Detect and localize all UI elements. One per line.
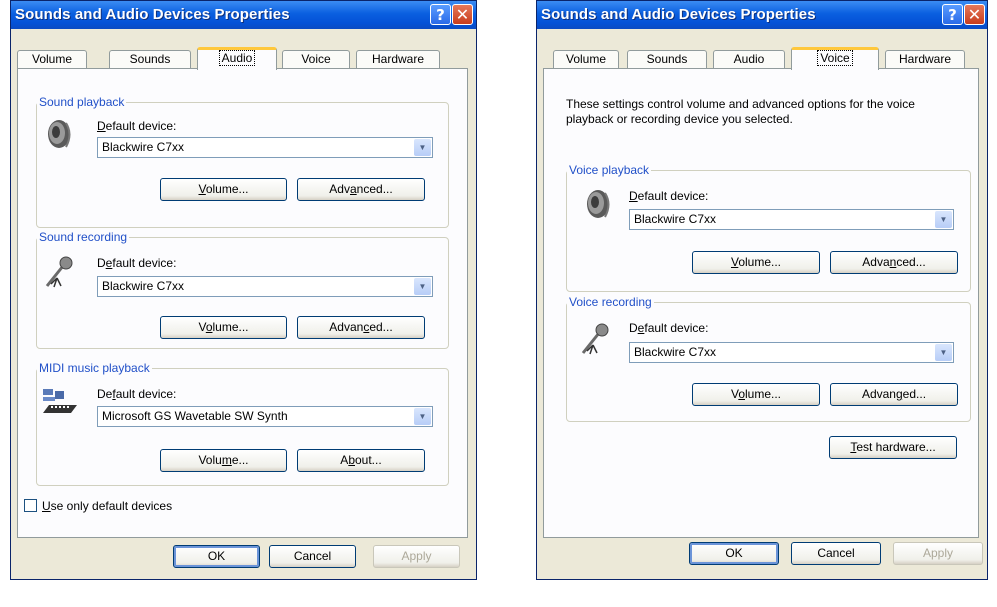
- use-default-devices-checkbox[interactable]: [24, 499, 37, 512]
- window-title: Sounds and Audio Devices Properties: [541, 6, 816, 23]
- title-bar[interactable]: Sounds and Audio Devices Properties ? ✕: [11, 1, 476, 29]
- voice-description-line-2: playback or recording device you selecte…: [566, 112, 793, 126]
- speaker-icon: [587, 190, 610, 218]
- tab-voice-label: Voice: [817, 50, 853, 66]
- ok-button[interactable]: OK: [689, 542, 779, 565]
- tab-voice-label: Voice: [301, 52, 331, 66]
- tab-sounds[interactable]: Sounds: [109, 50, 191, 69]
- default-device-label: Default device:: [629, 321, 709, 335]
- tab-volume-label: Volume: [31, 52, 73, 66]
- dropdown-arrow-icon[interactable]: ▼: [935, 211, 952, 228]
- dropdown-arrow-icon[interactable]: ▼: [414, 408, 431, 425]
- voice-playback-label: Voice playback: [567, 163, 652, 177]
- ok-button[interactable]: OK: [173, 545, 260, 568]
- tab-hardware-label: Hardware: [898, 52, 952, 66]
- voice-recording-device-select[interactable]: Blackwire C7xx ▼: [629, 342, 954, 363]
- voice-recording-label: Voice recording: [567, 295, 654, 309]
- voice-playback-advanced-button[interactable]: Advanced...: [830, 251, 958, 274]
- tab-hardware-label: Hardware: [371, 52, 425, 66]
- audio-tab-panel: Sound playback Default device: Blackwire…: [17, 68, 468, 538]
- tab-strip: Volume Sounds Audio Voice Hardware: [543, 47, 981, 70]
- tab-audio-label: Audio: [733, 52, 765, 66]
- tab-voice[interactable]: Voice: [282, 50, 350, 69]
- midi-playback-label: MIDI music playback: [37, 361, 152, 375]
- selected-device: Microsoft GS Wavetable SW Synth: [102, 409, 288, 423]
- audio-properties-dialog: Sounds and Audio Devices Properties ? ✕ …: [10, 0, 477, 580]
- tab-volume[interactable]: Volume: [17, 50, 87, 69]
- sound-recording-group: Sound recording Default device: Blackwir…: [36, 230, 449, 349]
- tab-audio[interactable]: Audio: [197, 47, 277, 70]
- window-title: Sounds and Audio Devices Properties: [15, 6, 290, 23]
- midi-volume-button[interactable]: Volume...: [160, 449, 287, 472]
- selected-device: Blackwire C7xx: [102, 279, 185, 293]
- default-device-label: Default device:: [629, 189, 709, 203]
- sound-recording-volume-button[interactable]: Volume...: [160, 316, 287, 339]
- tab-sounds[interactable]: Sounds: [627, 50, 707, 69]
- selected-device: Blackwire C7xx: [634, 212, 717, 226]
- sound-playback-volume-button[interactable]: Volume...: [160, 178, 287, 201]
- speaker-icon: [48, 120, 71, 148]
- voice-recording-advanced-button[interactable]: Advanged...: [830, 383, 958, 406]
- default-device-label: Default device:: [97, 387, 177, 401]
- default-device-label: Default device:: [97, 119, 177, 133]
- title-bar[interactable]: Sounds and Audio Devices Properties ? ✕: [537, 1, 987, 29]
- voice-playback-volume-button[interactable]: Volume...: [692, 251, 820, 274]
- tab-strip: Volume Sounds Audio Voice Hardware: [17, 47, 470, 70]
- tab-hardware[interactable]: Hardware: [356, 50, 440, 69]
- tab-hardware[interactable]: Hardware: [885, 50, 965, 69]
- voice-recording-volume-button[interactable]: Volume...: [692, 383, 820, 406]
- tab-audio-label: Audio: [218, 50, 256, 66]
- midi-keyboard-icon: [43, 389, 77, 413]
- voice-description-line-1: These settings control volume and advanc…: [566, 97, 915, 111]
- sound-playback-group: Sound playback Default device: Blackwire…: [36, 95, 449, 228]
- microphone-icon: [581, 323, 609, 355]
- apply-button: Apply: [373, 545, 460, 568]
- test-hardware-button[interactable]: Test hardware...: [829, 436, 957, 459]
- tab-volume-label: Volume: [565, 52, 607, 66]
- sound-recording-label: Sound recording: [37, 230, 130, 244]
- dropdown-arrow-icon[interactable]: ▼: [414, 139, 431, 156]
- default-device-label: Default device:: [97, 256, 177, 270]
- sound-recording-device-select[interactable]: Blackwire C7xx ▼: [97, 276, 433, 297]
- sound-playback-label: Sound playback: [37, 95, 127, 109]
- sound-playback-device-select[interactable]: Blackwire C7xx ▼: [97, 137, 433, 158]
- midi-about-button[interactable]: About...: [297, 449, 425, 472]
- tab-voice[interactable]: Voice: [791, 47, 879, 70]
- tab-sounds-label: Sounds: [129, 52, 171, 66]
- voice-recording-group: Voice recording Default device: Blackwir…: [566, 295, 971, 422]
- midi-playback-group: MIDI music playback Default device: Micr…: [36, 361, 449, 486]
- tab-audio[interactable]: Audio: [713, 50, 785, 69]
- selected-device: Blackwire C7xx: [634, 345, 717, 359]
- use-default-devices-label[interactable]: Use only default devices: [42, 499, 172, 513]
- microphone-icon: [45, 256, 73, 288]
- voice-properties-dialog: Sounds and Audio Devices Properties ? ✕ …: [536, 0, 988, 580]
- cancel-button[interactable]: Cancel: [791, 542, 881, 565]
- help-icon[interactable]: ?: [430, 4, 451, 25]
- close-icon[interactable]: ✕: [452, 4, 473, 25]
- dropdown-arrow-icon[interactable]: ▼: [414, 278, 431, 295]
- midi-playback-device-select[interactable]: Microsoft GS Wavetable SW Synth ▼: [97, 406, 433, 427]
- dropdown-arrow-icon[interactable]: ▼: [935, 344, 952, 361]
- selected-device: Blackwire C7xx: [102, 140, 185, 154]
- tab-sounds-label: Sounds: [646, 52, 688, 66]
- voice-playback-device-select[interactable]: Blackwire C7xx ▼: [629, 209, 954, 230]
- cancel-button[interactable]: Cancel: [269, 545, 356, 568]
- voice-playback-group: Voice playback Default device: Blackwire…: [566, 163, 971, 292]
- sound-playback-advanced-button[interactable]: Advanced...: [297, 178, 425, 201]
- sound-recording-advanced-button[interactable]: Advanced...: [297, 316, 425, 339]
- voice-tab-panel: These settings control volume and advanc…: [543, 68, 979, 538]
- help-icon[interactable]: ?: [942, 4, 963, 25]
- close-icon[interactable]: ✕: [964, 4, 985, 25]
- apply-button: Apply: [893, 542, 983, 565]
- tab-volume[interactable]: Volume: [553, 50, 619, 69]
